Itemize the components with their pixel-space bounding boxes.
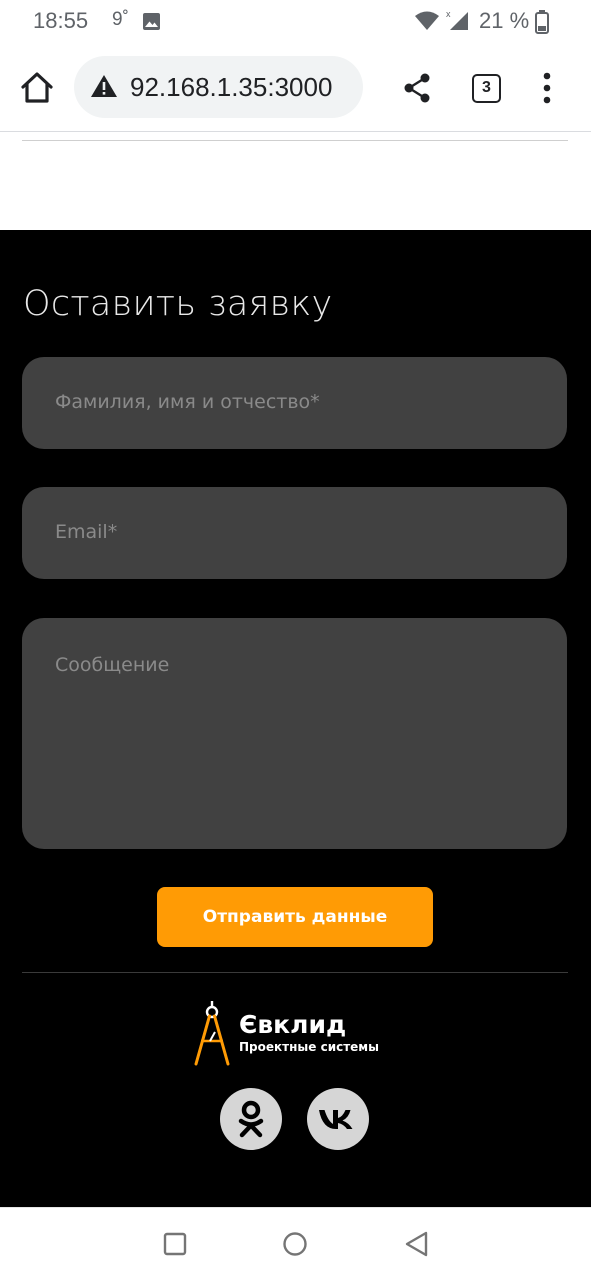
message-textarea[interactable]: Сообщение (22, 618, 567, 849)
wifi-icon (415, 11, 439, 30)
url-text[interactable]: 92.168.1.35:3000 (130, 72, 332, 103)
submit-button[interactable]: Отправить данные (157, 887, 433, 947)
image-icon (143, 13, 160, 30)
browser-toolbar: 92.168.1.35:3000 3 (0, 44, 591, 132)
email-placeholder: Email* (55, 521, 118, 543)
submit-button-label: Отправить данные (202, 907, 388, 927)
status-time: 18:55 (33, 8, 89, 33)
battery-percent: 21 % (479, 8, 530, 33)
back-icon[interactable] (403, 1230, 429, 1258)
svg-text:x: x (446, 9, 451, 19)
compass-logo-icon (194, 1001, 230, 1066)
recent-apps-icon[interactable] (163, 1232, 187, 1256)
screen: 18:55 9˚ x 21 % 92.168.1.35:3000 3 Остав… (0, 0, 591, 1280)
brand-name: Євклид (239, 1010, 347, 1039)
brand-tagline: Проектные системы (239, 1040, 379, 1054)
share-icon[interactable] (402, 72, 432, 104)
nav-home-icon[interactable] (282, 1231, 308, 1257)
message-placeholder: Сообщение (55, 654, 170, 676)
full-name-placeholder: Фамилия, имя и отчество* (55, 391, 320, 413)
address-bar[interactable]: 92.168.1.35:3000 (74, 56, 363, 118)
status-temperature: 9˚ (112, 9, 129, 30)
vk-icon (319, 1110, 353, 1129)
contact-section: Оставить заявку Фамилия, имя и отчество*… (0, 230, 591, 1207)
odnoklassniki-link[interactable] (220, 1088, 282, 1150)
divider (22, 140, 568, 141)
full-name-input[interactable]: Фамилия, имя и отчество* (22, 357, 567, 449)
status-bar: 18:55 9˚ x 21 % (0, 0, 591, 44)
more-vert-icon[interactable] (540, 72, 554, 104)
tabs-button[interactable]: 3 (472, 74, 501, 103)
form-title: Оставить заявку (23, 284, 333, 324)
signal-icon: x (446, 9, 468, 30)
brand-logo[interactable]: Євклид Проектные системы (193, 1000, 403, 1070)
footer-divider (22, 972, 568, 973)
odnoklassniki-icon (238, 1100, 264, 1138)
system-navigation-bar (0, 1207, 591, 1280)
home-icon[interactable] (18, 68, 56, 106)
battery-icon (535, 10, 549, 34)
email-input[interactable]: Email* (22, 487, 567, 579)
warning-icon[interactable] (90, 74, 118, 98)
page-top-area (0, 132, 591, 230)
vk-link[interactable] (307, 1088, 369, 1150)
